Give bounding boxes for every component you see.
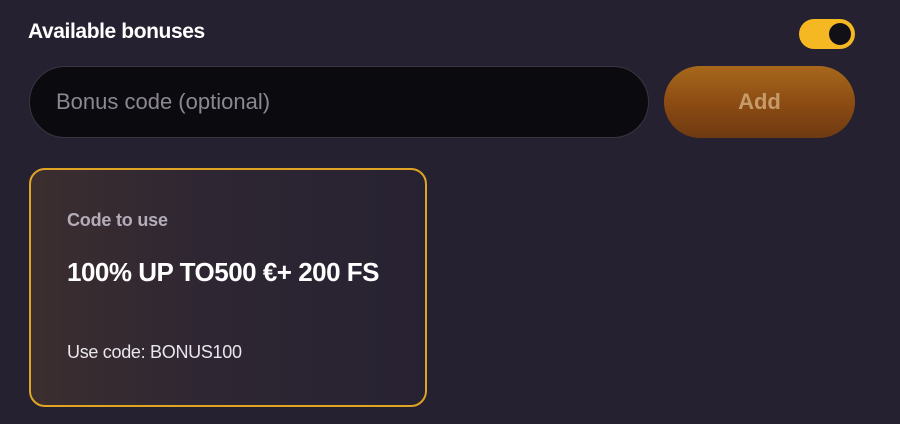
available-bonuses-panel: Available bonuses Add Code to use 100% U… [0,0,900,424]
bonuses-toggle[interactable] [799,19,855,49]
add-button[interactable]: Add [664,66,855,138]
toggle-knob [829,23,851,45]
bonus-card-title: 100% UP TO500 €+ 200 FS [67,257,380,287]
bonus-card[interactable]: Code to use 100% UP TO500 €+ 200 FS Use … [29,168,427,407]
bonus-card-subtitle: Code to use [67,210,168,230]
bonus-card-code: Use code: BONUS100 [67,342,242,362]
section-title: Available bonuses [28,20,205,43]
bonus-code-input[interactable] [29,66,649,138]
